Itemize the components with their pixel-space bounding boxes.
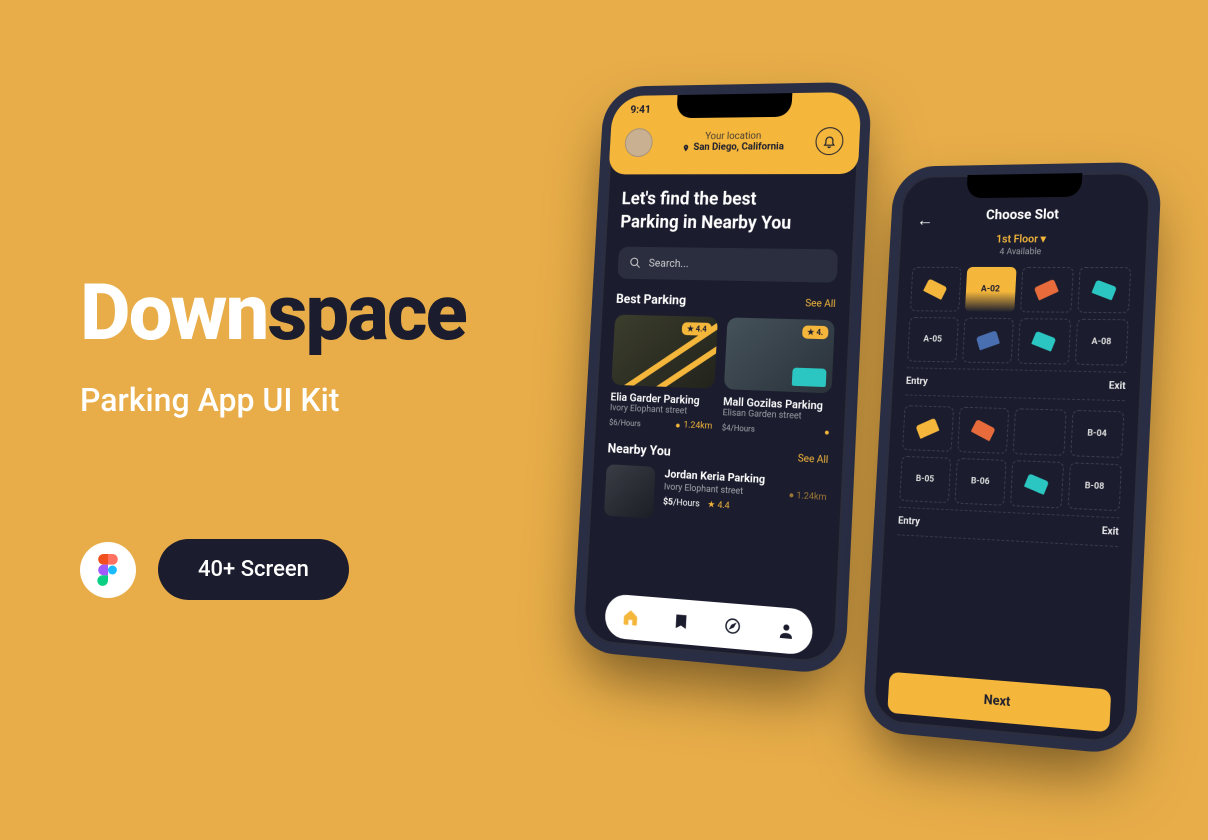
car-icon (1034, 279, 1059, 301)
next-button[interactable]: Next (887, 672, 1111, 733)
page-title: Choose Slot (986, 207, 1060, 223)
tab-bar (604, 593, 814, 656)
phone-notch (676, 93, 792, 118)
phone-mockup-slots: ← Choose Slot 1st Floor ▾ 4 Available A-… (862, 162, 1162, 756)
slot-cell[interactable]: B-08 (1067, 462, 1122, 511)
slot-cell-selected[interactable]: A-02 (964, 267, 1016, 312)
car-icon (923, 279, 947, 300)
best-parking-header: Best Parking See All (616, 292, 836, 312)
slot-cell[interactable]: B-06 (954, 458, 1007, 506)
user-icon (776, 621, 795, 641)
car-icon (1031, 331, 1056, 352)
nearby-title: Nearby You (607, 441, 671, 459)
pin-icon (682, 143, 690, 153)
search-icon (629, 256, 642, 269)
back-button[interactable]: ← (916, 210, 934, 230)
lane-row: Entry Exit (905, 367, 1126, 401)
screen-count-pill: 40+ Screen (158, 539, 349, 600)
slot-cell[interactable] (957, 407, 1009, 454)
exit-label: Exit (1102, 526, 1119, 538)
parking-price: $4/Hours (722, 422, 756, 435)
parking-distance: ● (824, 426, 830, 438)
slot-cell[interactable]: A-08 (1074, 319, 1128, 366)
hero-block: Downspace Parking App UI Kit 40+ Screen (80, 275, 466, 600)
slot-cell[interactable]: B-04 (1070, 410, 1125, 458)
slot-cell[interactable] (910, 267, 961, 312)
figma-icon-badge (80, 542, 136, 598)
car-icon (971, 419, 996, 441)
slot-cell[interactable] (902, 405, 953, 452)
slot-cell[interactable] (962, 318, 1014, 364)
slot-cell[interactable]: B-05 (899, 456, 951, 503)
location-value: San Diego, California (693, 141, 784, 152)
home-icon (621, 608, 639, 628)
nearby-item[interactable]: Jordan Keria Parking Ivory Elophant stre… (604, 464, 828, 530)
slot-cell[interactable] (1020, 267, 1073, 313)
nearby-header: Nearby You See All (607, 441, 828, 468)
parking-image: ★ 4. (724, 317, 835, 393)
nearby-thumb (604, 464, 656, 518)
nearby-distance: ● 1.24km (788, 489, 826, 503)
avatar[interactable] (624, 128, 653, 157)
nearby-rating: ★ 4.4 (707, 500, 730, 511)
availability-label: 4 Available (913, 247, 1132, 257)
exit-label: Exit (1109, 381, 1126, 393)
location-block[interactable]: Your location San Diego, California (682, 131, 785, 153)
parking-distance: ● 1.24km (675, 420, 712, 433)
product-subtitle: Parking App UI Kit (80, 381, 466, 419)
location-label: Your location (682, 131, 784, 143)
title-part-1: Down (80, 268, 267, 359)
slot-grid-a: A-02 A-05 A-08 (907, 267, 1131, 366)
tab-bookings[interactable] (672, 612, 690, 632)
entry-label: Entry (906, 376, 928, 387)
search-placeholder: Search... (648, 256, 689, 269)
see-all-link[interactable]: See All (805, 298, 836, 310)
slot-cell[interactable] (1010, 460, 1064, 508)
search-input[interactable]: Search... (617, 246, 838, 282)
parking-cards: ★ 4.4 Elia Garder Parking Ivory Elophant… (609, 314, 835, 438)
lane-row: Entry Exit (897, 507, 1119, 547)
parking-price: $6/Hours (609, 417, 641, 429)
notifications-button[interactable] (815, 127, 844, 155)
see-all-link[interactable]: See All (797, 453, 828, 466)
ticket-icon (672, 612, 690, 632)
parking-card[interactable]: ★ 4. Mall Gozilas Parking Elisan Garden … (722, 317, 835, 438)
floor-selector[interactable]: 1st Floor ▾ (914, 232, 1133, 246)
compass-icon (724, 616, 743, 636)
phone-notch (966, 173, 1082, 198)
entry-label: Entry (898, 516, 920, 528)
app-body: Let's find the best Parking in Nearby Yo… (589, 174, 858, 531)
figma-icon (97, 554, 119, 586)
best-parking-title: Best Parking (616, 292, 687, 308)
slot-grid-b: B-04 B-05 B-06 B-08 (899, 405, 1124, 511)
nearby-price: $5/Hours (663, 497, 700, 509)
product-title: Downspace (80, 275, 466, 353)
tab-home[interactable] (621, 608, 639, 628)
status-time: 9:41 (630, 103, 651, 116)
rating-badge: ★ 4.4 (682, 322, 712, 336)
parking-card[interactable]: ★ 4.4 Elia Garder Parking Ivory Elophant… (609, 314, 718, 432)
car-icon (1091, 280, 1117, 301)
title-part-2: space (267, 268, 465, 359)
nearby-street: Ivory Elophant street (664, 482, 744, 498)
phone-mockup-home: 9:41 Your location San Diego, California… (572, 82, 872, 676)
car-icon (976, 330, 1000, 350)
rating-badge: ★ 4. (802, 325, 829, 339)
tab-profile[interactable] (776, 621, 795, 641)
cta-row: 40+ Screen (80, 539, 466, 600)
slot-cell[interactable] (1077, 267, 1131, 313)
car-icon (1024, 473, 1049, 494)
tab-explore[interactable] (724, 616, 743, 636)
slot-cell[interactable] (1013, 408, 1067, 456)
bell-icon (822, 134, 837, 148)
parking-image: ★ 4.4 (611, 314, 718, 388)
slot-cell[interactable] (1017, 318, 1070, 364)
headline: Let's find the best Parking in Nearby Yo… (620, 188, 841, 237)
car-icon (916, 418, 940, 439)
slot-cell[interactable]: A-05 (907, 317, 958, 362)
